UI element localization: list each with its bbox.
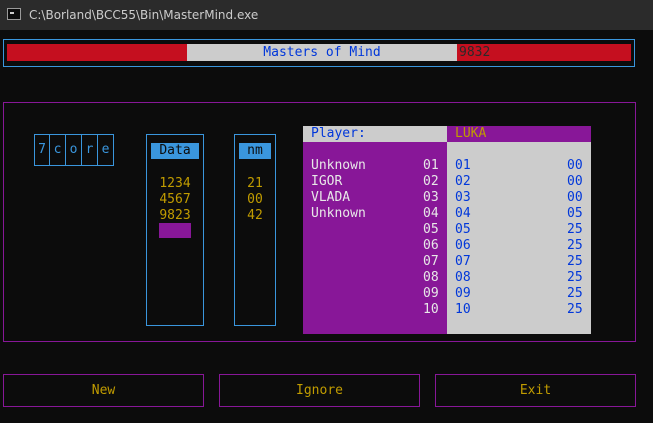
- score-index: 05: [455, 222, 471, 237]
- player-rank: 05: [423, 222, 439, 237]
- score-index: 03: [455, 190, 471, 205]
- player-row: 08: [303, 270, 447, 286]
- player-row: 09: [303, 286, 447, 302]
- player-row: VLADA 03: [303, 190, 447, 206]
- player-name: VLADA: [311, 190, 351, 205]
- data-column-header: Data: [151, 143, 199, 159]
- nm-column-header: nm: [239, 143, 271, 159]
- player-row: 10: [303, 302, 447, 318]
- player-name: Unknown: [311, 158, 366, 173]
- player-name: IGOR: [311, 174, 343, 189]
- nm-values-list: 21 00 42: [235, 176, 275, 224]
- score-row: 08 25: [447, 270, 591, 286]
- player-rank: 02: [423, 174, 439, 189]
- code-char: c: [50, 134, 66, 166]
- score-value: 00: [567, 174, 583, 189]
- score-row: 01 00: [447, 158, 591, 174]
- window-title: C:\Borland\BCC55\Bin\MasterMind.exe: [29, 8, 259, 22]
- header-panel: Masters of Mind 9832: [3, 39, 635, 67]
- secret-code-display: 7 c o r e: [34, 134, 114, 166]
- score-index: 09: [455, 286, 471, 301]
- nm-column: nm 21 00 42: [234, 134, 276, 326]
- score-index: 07: [455, 254, 471, 269]
- score-index: 08: [455, 270, 471, 285]
- player-rank: 03: [423, 190, 439, 205]
- players-panel: Player: LUKA Unknown 01 IGOR 02 VLADA 03…: [303, 126, 591, 334]
- score-value: 25: [567, 222, 583, 237]
- data-value: 9823: [159, 208, 191, 223]
- current-player-name: LUKA: [447, 126, 591, 142]
- score-value: 05: [567, 206, 583, 221]
- score-row: 09 25: [447, 286, 591, 302]
- score-row: 04 05: [447, 206, 591, 222]
- guess-input-cursor[interactable]: [159, 223, 191, 238]
- player-rank: 08: [423, 270, 439, 285]
- player-row: 07: [303, 254, 447, 270]
- exit-button[interactable]: Exit: [435, 374, 636, 407]
- player-rank: 10: [423, 302, 439, 317]
- nm-value: 21: [247, 176, 263, 191]
- header-bar: Masters of Mind 9832: [7, 44, 631, 61]
- score-row: 06 25: [447, 238, 591, 254]
- player-row: IGOR 02: [303, 174, 447, 190]
- score-value: 25: [567, 270, 583, 285]
- score-row: 10 25: [447, 302, 591, 318]
- player-row: Unknown 04: [303, 206, 447, 222]
- player-rank: 09: [423, 286, 439, 301]
- player-rank: 06: [423, 238, 439, 253]
- score-value: 25: [567, 286, 583, 301]
- player-row: 05: [303, 222, 447, 238]
- player-rank: 04: [423, 206, 439, 221]
- score-value: 00: [567, 158, 583, 173]
- score-value: 25: [567, 238, 583, 253]
- console-app-icon: [7, 8, 21, 20]
- code-char: 7: [34, 134, 50, 166]
- score-row: 02 00: [447, 174, 591, 190]
- player-row: Unknown 01: [303, 158, 447, 174]
- player-row: 06: [303, 238, 447, 254]
- score-index: 06: [455, 238, 471, 253]
- nm-value: 42: [247, 208, 263, 223]
- data-column: Data 1234 4567 9823: [146, 134, 204, 326]
- code-char: o: [66, 134, 82, 166]
- score-index: 10: [455, 302, 471, 317]
- data-value: 4567: [159, 192, 191, 207]
- score-index: 02: [455, 174, 471, 189]
- score-list: 01 00 02 00 03 00 04 05 05 25 06 25 07 2…: [447, 142, 591, 334]
- score-display: 9832: [459, 45, 491, 60]
- window-titlebar: C:\Borland\BCC55\Bin\MasterMind.exe: [0, 0, 653, 30]
- score-value: 00: [567, 190, 583, 205]
- score-index: 04: [455, 206, 471, 221]
- code-char: e: [98, 134, 114, 166]
- score-value: 25: [567, 302, 583, 317]
- code-char: r: [82, 134, 98, 166]
- score-index: 01: [455, 158, 471, 173]
- data-value: 1234: [159, 176, 191, 191]
- new-button[interactable]: New: [3, 374, 204, 407]
- player-list: Unknown 01 IGOR 02 VLADA 03 Unknown 04 0…: [303, 142, 447, 334]
- data-values-list: 1234 4567 9823: [147, 176, 203, 224]
- app-title: Masters of Mind: [187, 44, 457, 61]
- score-row: 07 25: [447, 254, 591, 270]
- player-rank: 01: [423, 158, 439, 173]
- score-value: 25: [567, 254, 583, 269]
- score-row: 03 00: [447, 190, 591, 206]
- nm-value: 00: [247, 192, 263, 207]
- player-rank: 07: [423, 254, 439, 269]
- player-name: Unknown: [311, 206, 366, 221]
- score-row: 05 25: [447, 222, 591, 238]
- player-label: Player:: [303, 126, 447, 142]
- ignore-button[interactable]: Ignore: [219, 374, 420, 407]
